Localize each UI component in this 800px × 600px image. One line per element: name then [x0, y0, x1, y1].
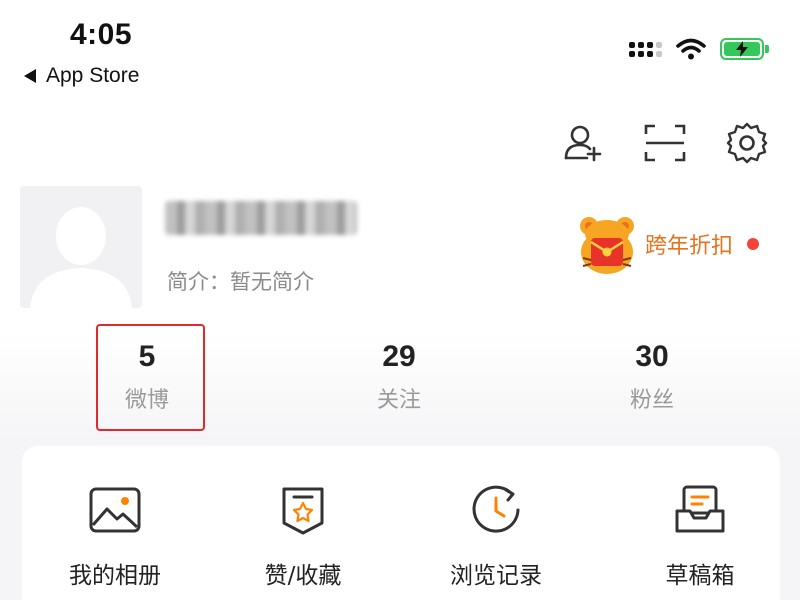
- wifi-icon: [676, 38, 706, 60]
- charging-bolt-icon: [736, 41, 748, 57]
- stat-value: 30: [635, 340, 669, 373]
- username-pixelated: [165, 201, 357, 235]
- default-avatar-icon: [20, 186, 142, 308]
- highlight-annotation-box: [96, 324, 205, 431]
- stat-label: 关注: [376, 388, 421, 413]
- shortcut-drafts[interactable]: 草稿箱: [605, 482, 795, 590]
- bio-text[interactable]: 简介：暂无简介: [167, 266, 314, 296]
- status-time: 4:05: [70, 18, 133, 51]
- notification-dot: [747, 238, 760, 250]
- likes-favorites-icon: [275, 482, 331, 538]
- shortcut-label: 草稿箱: [665, 563, 735, 589]
- back-to-app-store-link[interactable]: App Store: [24, 64, 139, 88]
- settings-icon[interactable]: [724, 120, 770, 166]
- shortcut-browsing-history[interactable]: 浏览记录: [401, 482, 591, 590]
- back-triangle-icon: [24, 69, 36, 83]
- shortcut-photo-album[interactable]: 我的相册: [20, 482, 210, 590]
- shortcut-label: 赞/收藏: [264, 563, 342, 589]
- shortcut-likes-favorites[interactable]: 赞/收藏: [208, 482, 398, 590]
- avatar[interactable]: [20, 186, 142, 308]
- shortcut-label: 我的相册: [69, 563, 161, 589]
- back-app-label: App Store: [46, 64, 140, 87]
- photo-album-icon: [87, 482, 143, 538]
- profile-actions: [560, 120, 770, 166]
- stat-label: 粉丝: [629, 388, 674, 413]
- cellular-signal-icon: [629, 41, 662, 57]
- shortcut-card: 我的相册 赞/收藏 浏览记录 草稿箱: [22, 446, 780, 600]
- username[interactable]: [165, 196, 357, 240]
- new-year-discount-promo[interactable]: 跨年折扣: [575, 212, 760, 276]
- scan-icon[interactable]: [642, 120, 688, 166]
- stat-followers[interactable]: 30 粉丝: [552, 340, 752, 414]
- battery-icon: [720, 38, 769, 60]
- browsing-history-icon: [468, 482, 524, 538]
- promo-label: 跨年折扣: [645, 234, 734, 259]
- drafts-icon: [672, 482, 728, 538]
- status-indicators: [629, 38, 769, 60]
- stat-following[interactable]: 29 关注: [299, 340, 499, 414]
- add-friend-icon[interactable]: [560, 120, 606, 166]
- shortcut-label: 浏览记录: [450, 563, 542, 589]
- tiger-red-envelope-icon: [580, 217, 634, 274]
- stat-value: 29: [382, 340, 416, 373]
